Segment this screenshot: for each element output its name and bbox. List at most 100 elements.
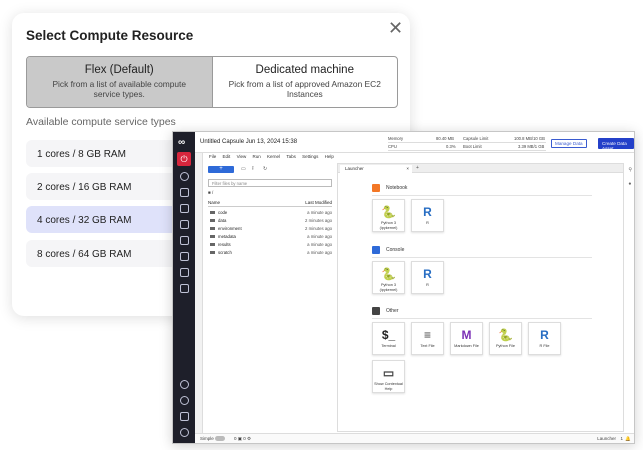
launcher-card[interactable]: RR xyxy=(411,199,444,232)
contextual-help-icon: ▭ xyxy=(382,366,395,380)
menu-run[interactable]: Run xyxy=(253,154,261,159)
menu-help[interactable]: Help xyxy=(325,154,334,159)
launcher-card[interactable]: R R File xyxy=(528,322,561,355)
launcher-card[interactable]: 🐍 Python 3 (ipykernel) xyxy=(372,199,405,232)
file-browser: + ▭ ⭱ ↻ Filter files by name ■ / Name La… xyxy=(204,163,335,432)
python-icon: 🐍 xyxy=(381,267,396,281)
warning-icon[interactable] xyxy=(180,188,189,197)
settings-icon[interactable] xyxy=(180,380,189,389)
file-modified: 2 minutes ago xyxy=(305,226,332,231)
r-logo-icon: R xyxy=(423,205,432,219)
dedicated-mode-option[interactable]: Dedicated machine Pick from a list of ap… xyxy=(211,57,398,107)
close-icon[interactable]: × xyxy=(406,166,409,171)
power-icon[interactable]: ⏻ xyxy=(177,152,191,166)
launcher-card-label: R xyxy=(426,221,429,225)
compute-option-2[interactable]: 2 cores / 16 GB RAM xyxy=(26,173,186,200)
file-row[interactable]: metadata a minute ago xyxy=(210,234,332,239)
menu-view[interactable]: View xyxy=(237,154,247,159)
upload-icon[interactable]: ⭱ xyxy=(252,166,254,174)
launcher-card-label: R File xyxy=(539,344,550,348)
section-divider xyxy=(372,318,592,319)
file-name: metadata xyxy=(218,234,236,239)
launcher-card[interactable]: RR xyxy=(411,261,444,294)
tab-launcher[interactable]: Launcher × xyxy=(340,165,412,173)
compute-option-1[interactable]: 1 cores / 8 GB RAM xyxy=(26,140,186,167)
section-title: Other xyxy=(386,308,399,314)
help-icon[interactable] xyxy=(180,428,189,437)
folder-icon xyxy=(210,250,215,254)
menu-edit[interactable]: Edit xyxy=(223,154,231,159)
new-folder-icon[interactable]: ▭ xyxy=(241,166,246,172)
file-filter-input[interactable]: Filter files by name xyxy=(208,179,332,187)
menu-settings[interactable]: Settings xyxy=(302,154,318,159)
compute-option-4[interactable]: 4 cores / 32 GB RAM xyxy=(26,206,186,233)
add-tab-icon[interactable]: + xyxy=(416,165,419,171)
menu-kernel[interactable]: Kernel xyxy=(267,154,280,159)
launcher-card[interactable]: ▭ Show Contextual Help xyxy=(372,360,405,393)
menu-file[interactable]: File xyxy=(209,154,216,159)
activity-bar xyxy=(195,153,203,433)
file-row[interactable]: results a minute ago xyxy=(210,242,332,247)
file-row[interactable]: scratch a minute ago xyxy=(210,250,332,255)
launcher-card[interactable]: 🐍 Python File xyxy=(489,322,522,355)
launcher-card-label: Python 3 (ipykernel) xyxy=(379,283,398,292)
boot-limit-value: 3.39 MB/1 GB xyxy=(518,144,545,149)
file-row[interactable]: environment 2 minutes ago xyxy=(210,226,332,231)
folder-icon xyxy=(210,242,215,246)
section-title: Notebook xyxy=(386,185,408,191)
cpu-label: CPU xyxy=(388,144,397,149)
compute-option-8[interactable]: 8 cores / 64 GB RAM xyxy=(26,240,186,267)
new-launcher-button[interactable]: + xyxy=(208,166,234,173)
menu-tabs[interactable]: Tabs xyxy=(286,154,296,159)
right-toolbar: ⚲ ● xyxy=(628,167,632,187)
python-file-icon: 🐍 xyxy=(498,328,513,342)
flex-mode-description: Pick from a list of available compute se… xyxy=(52,79,187,99)
flex-mode-option[interactable]: Flex (Default) Pick from a list of avail… xyxy=(27,57,212,107)
memory-value: 80.40 MB xyxy=(436,136,454,141)
file-row[interactable]: code a minute ago xyxy=(210,210,332,215)
app-logo-icon: ∞ xyxy=(178,137,186,148)
launcher-card[interactable]: $_ Terminal xyxy=(372,322,405,355)
add-icon[interactable] xyxy=(180,172,189,181)
capsule-title[interactable]: Untitled Capsule Jun 13, 2024 15:38 xyxy=(200,139,297,145)
name-column-header[interactable]: Name xyxy=(208,200,220,205)
grid-icon[interactable] xyxy=(180,284,189,293)
tab-label: Launcher xyxy=(345,166,364,171)
folder-icon xyxy=(210,226,215,230)
dashboard-icon[interactable] xyxy=(180,220,189,229)
debugger-icon[interactable]: ⚲ xyxy=(628,167,632,173)
r-file-icon: R xyxy=(540,328,549,342)
notebook-section-icon xyxy=(372,184,380,192)
close-icon[interactable]: ✕ xyxy=(388,19,403,37)
flask-icon[interactable] xyxy=(180,268,189,277)
manage-data-button[interactable]: Manage Data xyxy=(551,139,587,148)
dialog-title: Select Compute Resource xyxy=(26,28,194,43)
resource-metrics: Memory 80.40 MB Capsule Limit 100.8 MB/1… xyxy=(388,135,546,151)
launcher-card[interactable]: 🐍 Python 3 (ipykernel) xyxy=(372,261,405,294)
refresh-icon[interactable]: ↻ xyxy=(263,166,267,172)
create-data-asset-button[interactable]: Create Data Asset xyxy=(598,138,634,151)
flex-mode-title: Flex (Default) xyxy=(84,64,154,76)
database-icon[interactable] xyxy=(180,236,189,245)
menu-bar: File Edit View Run Kernel Tabs Settings … xyxy=(204,153,634,161)
compute-mode-toggle: Flex (Default) Pick from a list of avail… xyxy=(26,56,398,108)
file-name: results xyxy=(218,242,231,247)
file-name: environment xyxy=(218,226,242,231)
launcher-card-label: Python File xyxy=(496,344,515,348)
property-inspector-icon[interactable]: ● xyxy=(628,181,632,187)
git-icon[interactable] xyxy=(180,204,189,213)
file-modified: a minute ago xyxy=(307,242,332,247)
simple-mode-toggle[interactable] xyxy=(215,436,225,441)
cpu-value: 0.3% xyxy=(446,144,456,149)
notification-icon[interactable]: 🔔 xyxy=(625,436,631,442)
ide-window: ∞ ⏻ Untitled Capsule Jun 13, 2024 15:38 … xyxy=(172,131,635,444)
launcher-card[interactable]: M Markdown File xyxy=(450,322,483,355)
modified-column-header[interactable]: Last Modified xyxy=(305,200,332,205)
breadcrumb[interactable]: ■ / xyxy=(208,190,213,195)
file-name: data xyxy=(218,218,227,223)
user-icon[interactable] xyxy=(180,396,189,405)
file-row[interactable]: data 2 minutes ago xyxy=(210,218,332,223)
launcher-card[interactable]: ≡ Text File xyxy=(411,322,444,355)
folder-icon[interactable] xyxy=(180,252,189,261)
message-icon[interactable] xyxy=(180,412,189,421)
